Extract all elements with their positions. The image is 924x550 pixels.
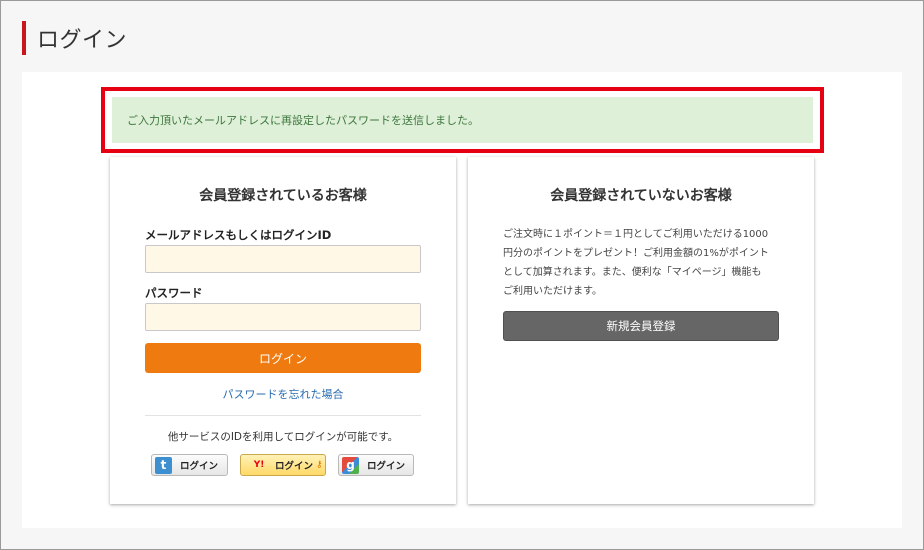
- yahoo-icon: Y!: [253, 460, 265, 470]
- success-alert: ご入力頂いたメールアドレスに再設定したパスワードを送信しました。: [112, 97, 813, 143]
- member-login-card: 会員登録されているお客様 メールアドレスもしくはログインID パスワード ログイ…: [110, 157, 456, 504]
- forgot-password-link[interactable]: パスワードを忘れた場合: [110, 386, 456, 402]
- key-icon: ⚷: [316, 460, 323, 470]
- twitter-icon: t: [155, 456, 172, 474]
- alert-message: ご入力頂いたメールアドレスに再設定したパスワードを送信しました。: [127, 114, 479, 127]
- member-heading: 会員登録されているお客様: [199, 188, 367, 204]
- description-line: として加算されます。また、便利な「マイページ」機能も: [503, 267, 762, 278]
- twitter-login-button[interactable]: t ログイン: [151, 454, 228, 476]
- google-icon: g: [342, 456, 359, 474]
- description-line: 円分のポイントをプレゼント！ご利用金額の1%がポイント: [503, 248, 769, 259]
- divider: [145, 415, 421, 416]
- register-button[interactable]: 新規会員登録: [503, 311, 779, 341]
- page-title: ログイン: [37, 28, 128, 53]
- google-login-label: ログイン: [367, 461, 406, 472]
- twitter-login-label: ログイン: [180, 461, 219, 472]
- google-login-button[interactable]: g ログイン: [338, 454, 414, 476]
- email-label: メールアドレスもしくはログインID: [145, 228, 332, 242]
- description-line: ご利用いただけます。: [503, 286, 602, 297]
- description-line: ご注文時に１ポイント＝１円としてご利用いただける1000: [503, 229, 769, 240]
- guest-card: 会員登録されていないお客様 ご注文時に１ポイント＝１円としてご利用いただける10…: [468, 157, 814, 504]
- page-header: ログイン: [22, 21, 127, 55]
- yahoo-login-button[interactable]: Y! ログイン ⚷: [240, 454, 326, 476]
- password-field[interactable]: [145, 303, 421, 331]
- social-login-text: 他サービスのIDを利用してログインが可能です。: [167, 431, 399, 443]
- email-field[interactable]: [145, 245, 421, 273]
- guest-description: ご注文時に１ポイント＝１円としてご利用いただける1000 円分のポイントをプレゼ…: [503, 225, 787, 301]
- password-label: パスワード: [145, 286, 203, 300]
- login-button[interactable]: ログイン: [145, 343, 421, 373]
- guest-heading: 会員登録されていないお客様: [550, 188, 732, 204]
- highlight-annotation: ご入力頂いたメールアドレスに再設定したパスワードを送信しました。: [101, 87, 824, 153]
- yahoo-login-label: ログイン: [275, 461, 314, 472]
